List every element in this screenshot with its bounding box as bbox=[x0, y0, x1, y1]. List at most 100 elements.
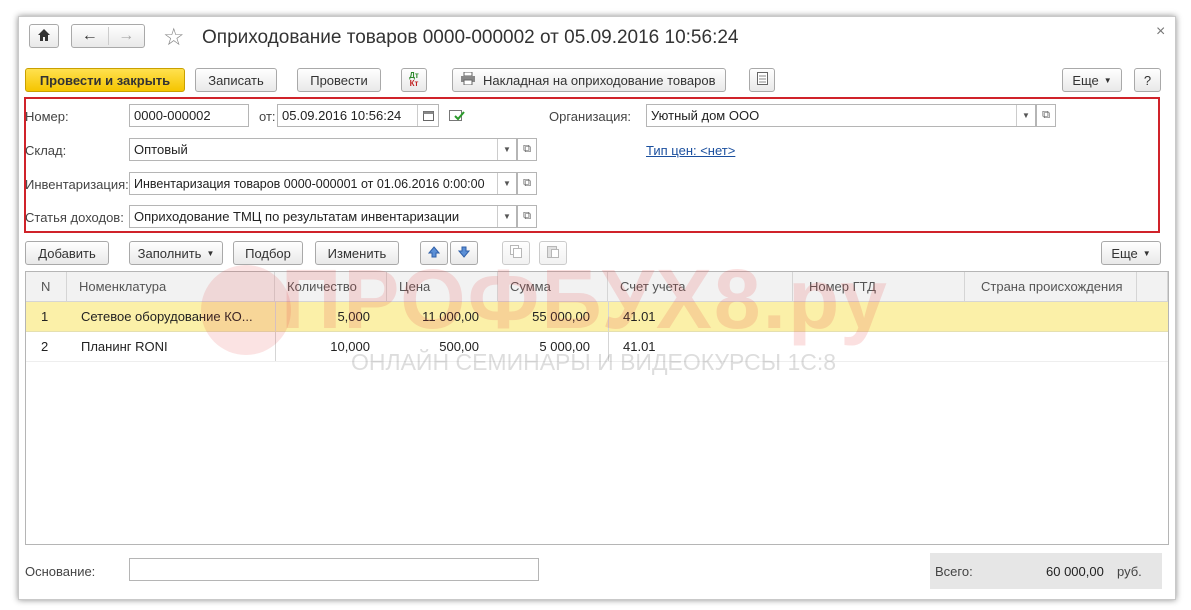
help-button[interactable]: ? bbox=[1134, 68, 1161, 92]
calendar-icon[interactable] bbox=[417, 105, 438, 126]
cell-n: 1 bbox=[41, 309, 49, 324]
income-item-dropdown-icon[interactable]: ▼ bbox=[497, 206, 516, 227]
dtkt-icon-bottom: Кт bbox=[409, 79, 419, 88]
inventory-dropdown-icon[interactable]: ▼ bbox=[497, 173, 516, 194]
fill-button[interactable]: Заполнить ▼ bbox=[129, 241, 223, 265]
chevron-down-icon: ▼ bbox=[206, 248, 215, 258]
cell-price: 500,00 bbox=[439, 339, 479, 354]
column-header-nomenclature[interactable]: Номенклатура bbox=[67, 272, 275, 302]
cell-nomenclature: Сетевое оборудование КО... bbox=[81, 309, 253, 324]
date-field[interactable]: 05.09.2016 10:56:24 bbox=[277, 104, 439, 127]
warehouse-dropdown-icon[interactable]: ▼ bbox=[497, 139, 516, 160]
dtkt-button[interactable]: Дт Кт bbox=[401, 68, 427, 92]
column-header-quantity[interactable]: Количество bbox=[275, 272, 387, 302]
date-value: 05.09.2016 10:56:24 bbox=[282, 108, 402, 123]
number-field[interactable]: 0000-000002 bbox=[129, 104, 249, 127]
printer-icon bbox=[461, 71, 475, 88]
cell-country bbox=[965, 332, 1137, 361]
warehouse-label: Склад: bbox=[25, 143, 67, 158]
posted-status-icon bbox=[449, 108, 465, 125]
cell-account: 41.01 bbox=[608, 332, 793, 361]
move-down-button[interactable] bbox=[450, 241, 478, 265]
inventory-label: Инвентаризация: bbox=[25, 177, 129, 192]
post-button[interactable]: Провести bbox=[297, 68, 381, 92]
inventory-value: Инвентаризация товаров 0000-000001 от 01… bbox=[134, 176, 485, 191]
paste-button[interactable] bbox=[539, 241, 567, 265]
column-header-account[interactable]: Счет учета bbox=[608, 272, 793, 302]
post-and-close-button[interactable]: Провести и закрыть bbox=[25, 68, 185, 92]
close-icon[interactable]: × bbox=[1156, 23, 1165, 41]
table-more-button[interactable]: Еще ▼ bbox=[1101, 241, 1161, 265]
column-header-gtd[interactable]: Номер ГТД bbox=[793, 272, 965, 302]
nav-buttons: ← → bbox=[71, 24, 145, 48]
goods-table[interactable]: N Номенклатура Количество Цена Сумма Сче… bbox=[25, 271, 1169, 545]
cell-country bbox=[965, 302, 1137, 331]
cell-nomenclature: Планинг RONI bbox=[81, 339, 168, 354]
back-arrow-icon[interactable]: ← bbox=[72, 27, 109, 45]
income-item-open-icon[interactable]: ⧉ bbox=[517, 205, 537, 228]
paste-icon bbox=[547, 245, 559, 261]
total-value: 60 000,00 bbox=[1046, 564, 1104, 579]
basis-label: Основание: bbox=[25, 564, 96, 579]
window-title: Оприходование товаров 0000-000002 от 05.… bbox=[202, 27, 739, 48]
column-header-sum[interactable]: Сумма bbox=[498, 272, 608, 302]
pick-button[interactable]: Подбор bbox=[233, 241, 303, 265]
add-row-button[interactable]: Добавить bbox=[25, 241, 109, 265]
table-row[interactable]: 2 Планинг RONI 10,000 500,00 5 000,00 41… bbox=[26, 332, 1168, 362]
column-header-country[interactable]: Страна происхождения bbox=[965, 272, 1137, 302]
number-label: Номер: bbox=[25, 109, 69, 124]
income-item-value: Оприходование ТМЦ по результатам инвента… bbox=[134, 209, 460, 224]
print-invoice-button[interactable]: Накладная на оприходование товаров bbox=[452, 68, 726, 92]
report-button[interactable] bbox=[749, 68, 775, 92]
inventory-field[interactable]: Инвентаризация товаров 0000-000001 от 01… bbox=[129, 172, 517, 195]
cell-gtd bbox=[793, 302, 965, 331]
table-row[interactable]: 1 Сетевое оборудование КО... 5,000 11 00… bbox=[26, 302, 1168, 332]
organization-open-icon[interactable]: ⧉ bbox=[1036, 104, 1056, 127]
cell-n: 2 bbox=[41, 339, 49, 354]
inventory-open-icon[interactable]: ⧉ bbox=[517, 172, 537, 195]
document-icon bbox=[756, 72, 768, 88]
favorite-star-icon[interactable]: ☆ bbox=[163, 23, 185, 52]
organization-value: Уютный дом ООО bbox=[651, 108, 760, 123]
move-up-button[interactable] bbox=[420, 241, 448, 265]
forward-arrow-icon[interactable]: → bbox=[109, 27, 145, 45]
document-window: ← → ☆ Оприходование товаров 0000-000002 … bbox=[18, 16, 1176, 600]
column-header-n[interactable]: N bbox=[26, 272, 67, 302]
cell-quantity: 10,000 bbox=[275, 332, 370, 361]
fill-label: Заполнить bbox=[137, 245, 202, 261]
column-header-extra bbox=[1137, 272, 1168, 302]
price-type-link[interactable]: Тип цен: <нет> bbox=[646, 143, 735, 158]
cell-quantity: 5,000 bbox=[275, 302, 370, 331]
home-button[interactable] bbox=[29, 24, 59, 48]
save-button[interactable]: Записать bbox=[195, 68, 277, 92]
edit-button[interactable]: Изменить bbox=[315, 241, 399, 265]
total-label: Всего: bbox=[935, 564, 973, 579]
chevron-down-icon: ▼ bbox=[1103, 75, 1112, 85]
more-label: Еще bbox=[1072, 72, 1099, 88]
date-label: от: bbox=[259, 109, 276, 124]
organization-field[interactable]: Уютный дом ООО ▼ bbox=[646, 104, 1036, 127]
column-header-price[interactable]: Цена bbox=[387, 272, 498, 302]
cell-sum: 55 000,00 bbox=[532, 309, 590, 324]
arrow-down-icon bbox=[457, 246, 471, 261]
chevron-down-icon: ▼ bbox=[1142, 248, 1151, 258]
warehouse-open-icon[interactable]: ⧉ bbox=[517, 138, 537, 161]
income-item-field[interactable]: Оприходование ТМЦ по результатам инвента… bbox=[129, 205, 517, 228]
arrow-up-icon bbox=[427, 245, 441, 261]
organization-dropdown-icon[interactable]: ▼ bbox=[1016, 105, 1035, 126]
home-icon bbox=[37, 28, 51, 45]
basis-field[interactable] bbox=[129, 558, 539, 581]
table-more-label: Еще bbox=[1111, 245, 1138, 261]
cell-account: 41.01 bbox=[608, 302, 793, 331]
cell-price: 11 000,00 bbox=[422, 309, 479, 324]
income-item-label: Статья доходов: bbox=[25, 210, 124, 225]
warehouse-value: Оптовый bbox=[134, 142, 188, 157]
more-button[interactable]: Еще ▼ bbox=[1062, 68, 1122, 92]
copy-button[interactable] bbox=[502, 241, 530, 265]
cell-gtd bbox=[793, 332, 965, 361]
copy-icon bbox=[510, 245, 522, 261]
warehouse-field[interactable]: Оптовый ▼ bbox=[129, 138, 517, 161]
print-invoice-label: Накладная на оприходование товаров bbox=[483, 72, 716, 88]
cell-sum: 5 000,00 bbox=[539, 339, 590, 354]
currency-label: руб. bbox=[1117, 564, 1142, 579]
